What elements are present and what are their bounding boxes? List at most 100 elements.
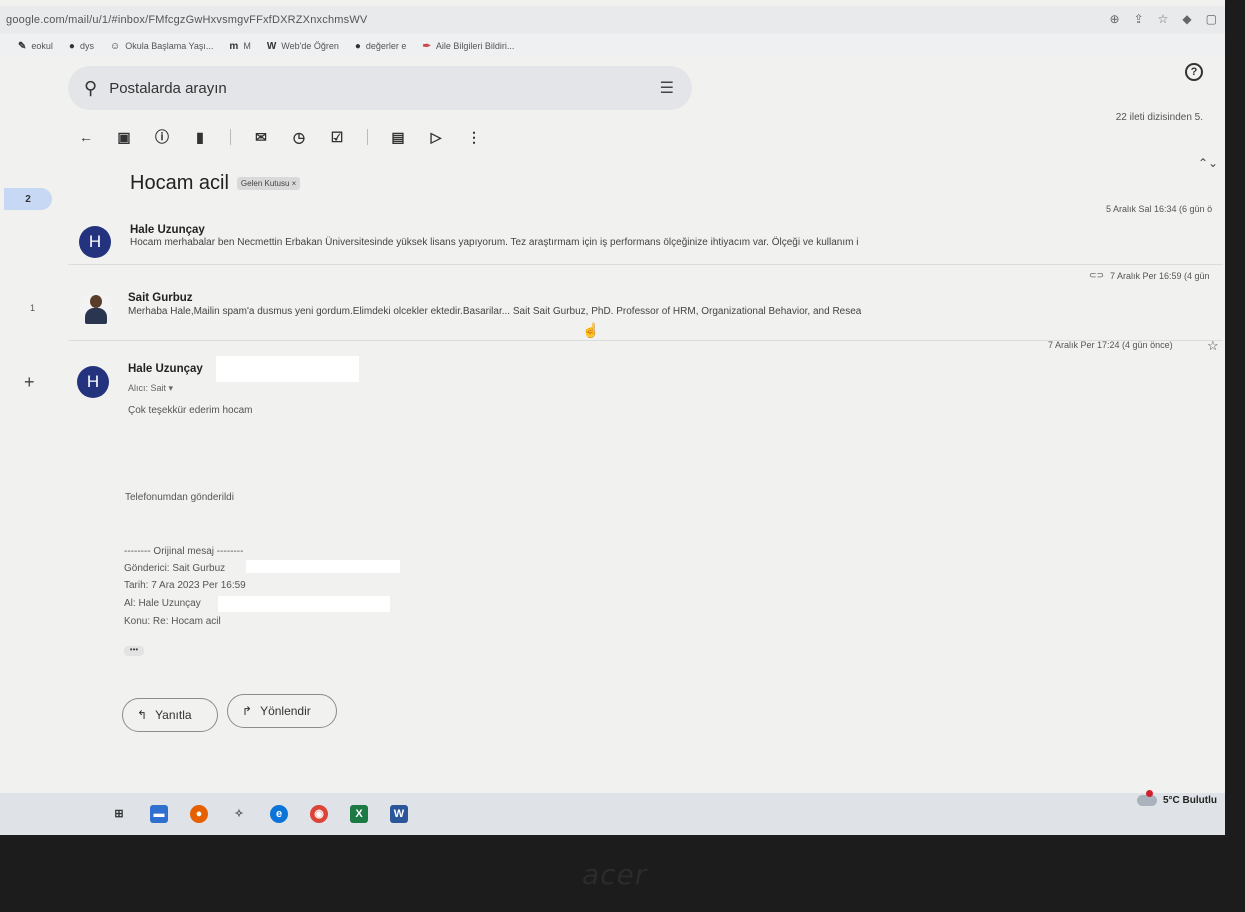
hand-cursor-icon: ☝ bbox=[582, 322, 600, 338]
graduation-icon: ✎ bbox=[18, 40, 27, 52]
message-date: 5 Aralık Sal 16:34 (6 gün ö bbox=[1106, 204, 1213, 214]
avatar bbox=[80, 292, 112, 324]
search-bar[interactable]: ⚲ Postalarda arayın ☰ bbox=[68, 66, 692, 110]
zoom-icon[interactable]: ⊕ bbox=[1110, 12, 1120, 26]
message-date: 7 Aralık Per 17:24 (4 gün önce) bbox=[1048, 340, 1173, 350]
cloud-icon bbox=[1137, 790, 1157, 806]
forward-icon: ↱ bbox=[242, 704, 253, 718]
attachment-icon: ⊂⊃ bbox=[1089, 270, 1105, 280]
bookmark-web-de-ogren[interactable]: W Web'de Öğren bbox=[267, 41, 339, 52]
search-icon[interactable]: ⚲ bbox=[84, 78, 97, 99]
firefox-icon[interactable]: ● bbox=[190, 805, 208, 823]
bookmark-m[interactable]: mM bbox=[229, 41, 250, 52]
add-task-icon[interactable]: ☑ bbox=[329, 129, 345, 146]
inbox-label-chip[interactable]: Gelen Kutusu × bbox=[236, 177, 301, 190]
body-text: Gönderici: Sait Gurbuz bbox=[124, 563, 226, 574]
excel-icon[interactable]: X bbox=[350, 805, 368, 823]
taskbar: ⊞ ▬ ● ✧ e ◉ X W 5°C Bulutlu bbox=[0, 790, 1225, 835]
search-options-icon[interactable]: ☰ bbox=[660, 78, 674, 98]
redacted-email bbox=[218, 596, 390, 612]
taskbar-apps: ⊞ ▬ ● ✧ e ◉ X W bbox=[110, 805, 408, 823]
inbox-unread-badge[interactable]: 2 bbox=[4, 188, 52, 210]
reply-label: Yanıtla bbox=[155, 708, 192, 722]
expand-all-icon[interactable]: ⌃⌄ bbox=[1198, 156, 1218, 170]
help-icon[interactable]: ? bbox=[1185, 63, 1203, 81]
globe-icon: ● bbox=[354, 40, 361, 52]
bookmark-eokul[interactable]: ✎ eokul bbox=[18, 41, 53, 52]
bookmark-aile[interactable]: ✒ Aile Bilgileri Bildiri... bbox=[422, 41, 514, 52]
window-icon[interactable]: ▢ bbox=[1206, 12, 1217, 26]
bookmark-degerler[interactable]: ● değerler e bbox=[355, 41, 407, 52]
screen: google.com/mail/u/1/#inbox/FMfcgzGwHxvsm… bbox=[0, 0, 1225, 835]
toolbar-divider bbox=[230, 129, 231, 145]
sender-name: Hale Uzunçay bbox=[128, 363, 203, 375]
avatar-body-shape bbox=[85, 308, 107, 324]
m-logo-icon: m bbox=[229, 40, 239, 52]
nav-count[interactable]: 1 bbox=[30, 303, 35, 313]
add-label-icon[interactable]: + bbox=[24, 372, 35, 393]
subject-text: Hocam acil bbox=[130, 172, 229, 194]
browser-actions: ⊕ ⇪ ☆ ◆ ▢ bbox=[1110, 12, 1217, 26]
body-text: Tarih: 7 Ara 2023 Per 16:59 bbox=[124, 580, 246, 591]
url-text[interactable]: google.com/mail/u/1/#inbox/FMfcgzGwHxvsm… bbox=[0, 14, 367, 26]
body-text: -------- Orijinal mesaj -------- bbox=[124, 546, 244, 557]
reply-button[interactable]: ↰ Yanıtla bbox=[122, 698, 218, 732]
message-collapsed[interactable]: H Hale Uzunçay Hocam merhabalar ben Necm… bbox=[70, 200, 1225, 262]
avatar-head-shape bbox=[90, 295, 102, 308]
bookmark-dys[interactable]: ● dys bbox=[69, 41, 94, 52]
globe-icon: ● bbox=[68, 40, 75, 52]
show-trimmed-content-button[interactable]: ••• bbox=[124, 646, 144, 656]
chrome-icon[interactable]: ◉ bbox=[310, 805, 328, 823]
recipient-dropdown[interactable]: Alıcı: Sait ▾ bbox=[128, 383, 173, 394]
message-date: 7 Aralık Per 16:59 (4 gün bbox=[1110, 271, 1210, 281]
extension-icon[interactable]: ◆ bbox=[1182, 12, 1191, 26]
monitor-brand-logo: acer bbox=[582, 858, 648, 891]
word-icon[interactable]: W bbox=[390, 805, 408, 823]
body-text: Al: Hale Uzunçay bbox=[124, 598, 201, 609]
label-icon[interactable]: ▷ bbox=[428, 129, 444, 146]
snooze-icon[interactable]: ◷ bbox=[291, 129, 307, 146]
reply-icon: ↰ bbox=[137, 708, 148, 722]
more-vert-icon[interactable]: ⋮ bbox=[466, 129, 482, 146]
sender-name: Sait Gurbuz bbox=[128, 292, 193, 304]
mark-unread-icon[interactable]: ✉ bbox=[253, 129, 269, 146]
redacted-email bbox=[216, 356, 359, 382]
message-snippet: Hocam merhabalar ben Necmettin Erbakan Ü… bbox=[130, 237, 859, 248]
search-input[interactable]: Postalarda arayın bbox=[109, 80, 227, 97]
report-spam-icon[interactable]: ⓘ bbox=[154, 127, 170, 147]
message-toolbar: ← ▣ ⓘ ▮ ✉ ◷ ☑ ▤ ▷ ⋮ bbox=[78, 125, 482, 149]
feather-icon: ✒ bbox=[422, 40, 431, 52]
share-icon[interactable]: ⇪ bbox=[1134, 12, 1144, 26]
weather-widget[interactable]: 5°C Bulutlu bbox=[1137, 790, 1217, 806]
move-to-icon[interactable]: ▤ bbox=[390, 129, 406, 146]
bookmarks-bar: ✎ eokul ● dys ☺ Okula Başlama Yaşı... mM WW… bbox=[0, 36, 1225, 56]
sender-name: Hale Uzunçay bbox=[130, 224, 205, 236]
message-snippet: Merhaba Hale,Mailin spam'a dusmus yeni g… bbox=[128, 306, 862, 317]
message-collapsed[interactable]: Sait Gurbuz Merhaba Hale,Mailin spam'a d… bbox=[70, 266, 1225, 338]
app-icon[interactable]: ✧ bbox=[230, 805, 248, 823]
bookmark-star-icon[interactable]: ☆ bbox=[1158, 12, 1169, 26]
toolbar-divider bbox=[367, 129, 368, 145]
task-view-icon[interactable]: ⊞ bbox=[110, 805, 128, 823]
body-text: Telefonumdan gönderildi bbox=[125, 492, 234, 503]
back-icon[interactable]: ← bbox=[78, 129, 94, 145]
avatar: H bbox=[77, 366, 109, 398]
avatar: H bbox=[79, 226, 111, 258]
bookmark-okula[interactable]: ☺ Okula Başlama Yaşı... bbox=[110, 41, 213, 52]
forward-label: Yönlendir bbox=[260, 704, 311, 718]
weather-text: 5°C Bulutlu bbox=[1163, 795, 1217, 806]
thread-position: 22 ileti dizisinden 5. bbox=[1115, 112, 1203, 123]
thread-subject: Hocam acil Gelen Kutusu × bbox=[130, 172, 301, 195]
left-rail: 2 1 + bbox=[0, 170, 60, 470]
forward-button[interactable]: ↱ Yönlendir bbox=[227, 694, 337, 728]
archive-icon[interactable]: ▣ bbox=[116, 129, 132, 146]
redacted-email bbox=[246, 560, 400, 573]
divider bbox=[68, 264, 1223, 265]
star-icon[interactable]: ☆ bbox=[1207, 338, 1219, 354]
edge-icon[interactable]: e bbox=[270, 805, 288, 823]
file-explorer-icon[interactable]: ▬ bbox=[150, 805, 168, 823]
address-bar[interactable]: google.com/mail/u/1/#inbox/FMfcgzGwHxvsm… bbox=[0, 6, 1225, 34]
body-text: Konu: Re: Hocam acil bbox=[124, 616, 221, 627]
delete-icon[interactable]: ▮ bbox=[192, 129, 208, 146]
w-logo-icon: W bbox=[266, 40, 277, 52]
